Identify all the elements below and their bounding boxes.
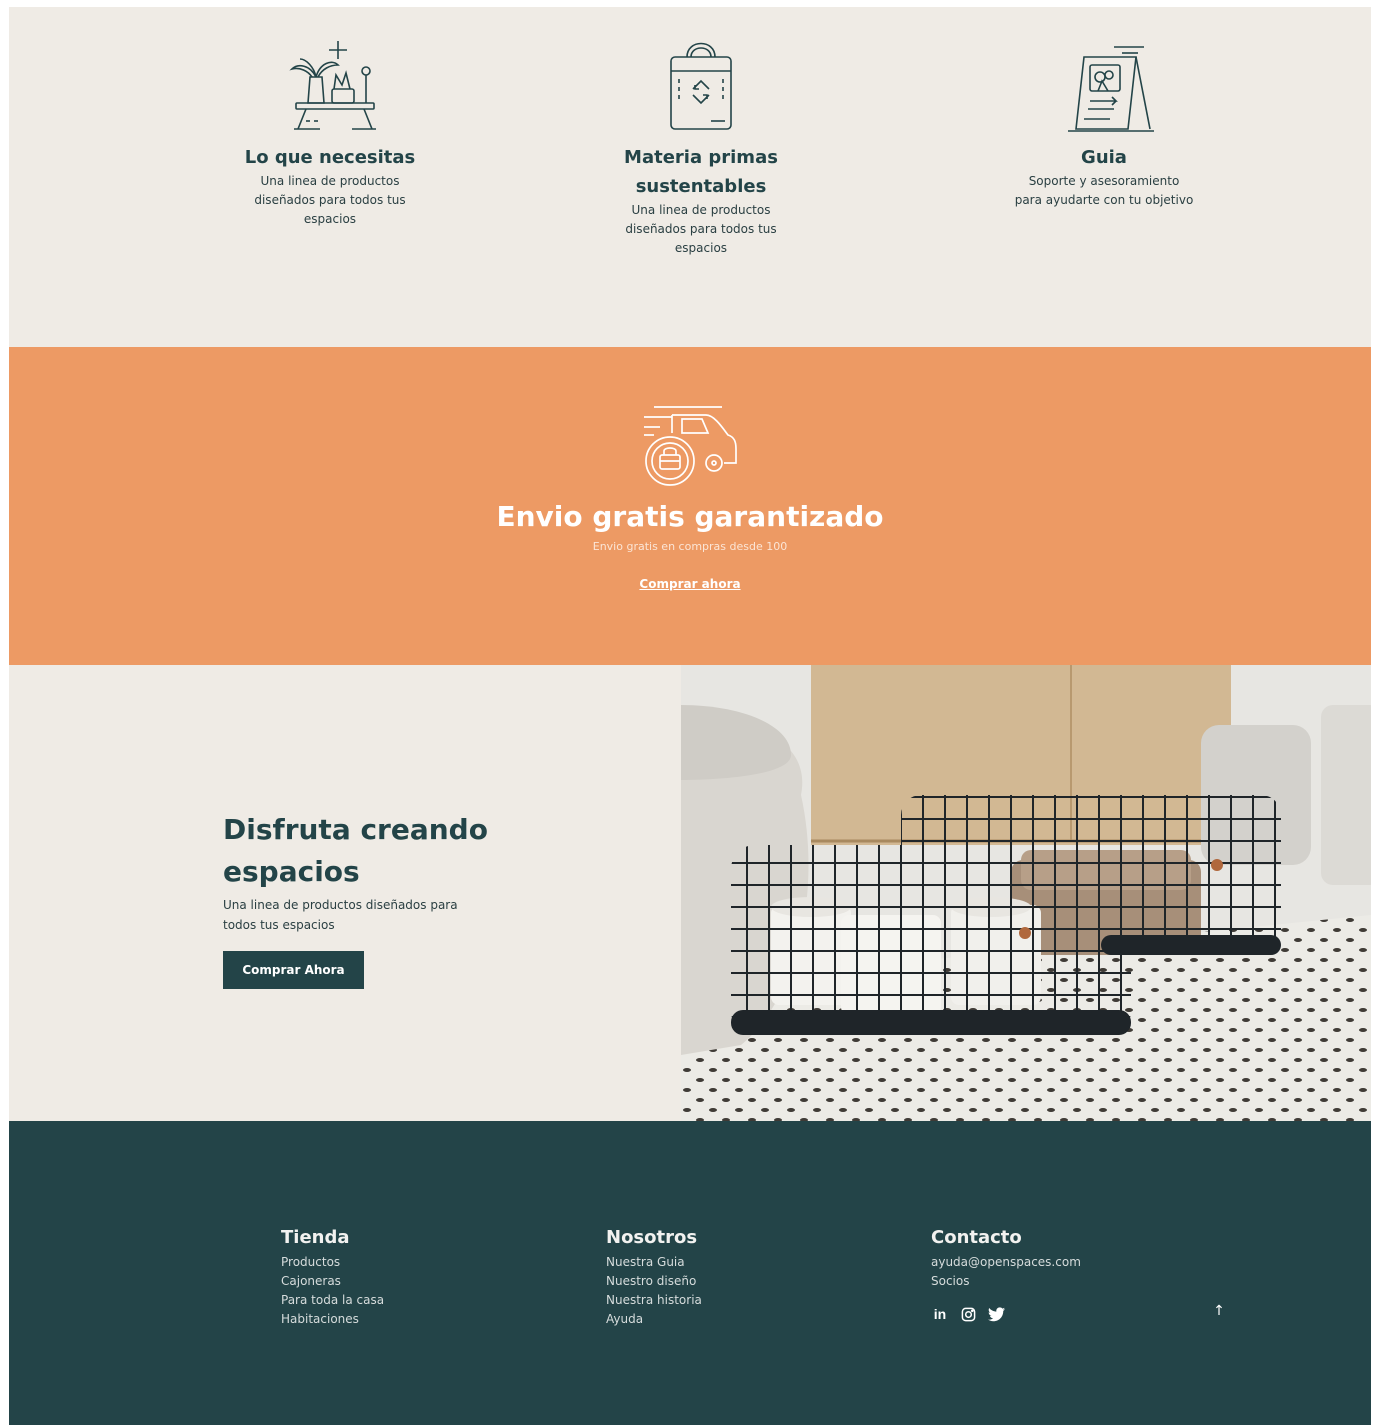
promo-section: Disfruta creando espacios Una linea de p… [9, 665, 1371, 1121]
footer-link-ayuda[interactable]: Ayuda [606, 1310, 846, 1329]
footer-column-contacto: Contacto ayuda@openspaces.com Socios [931, 1227, 1171, 1291]
social-links: in [931, 1305, 1005, 1323]
guide-board-icon [1068, 46, 1154, 132]
footer-link-nuestra-guia[interactable]: Nuestra Guia [606, 1253, 846, 1272]
delivery-van-icon [644, 406, 737, 486]
feature-title: Materia primas sustentables [624, 147, 778, 197]
promo-description: Una linea de productos diseñados para to… [223, 898, 458, 932]
footer-link-habitaciones[interactable]: Habitaciones [281, 1310, 521, 1329]
feature-description: Una linea de productos diseñados para to… [254, 174, 406, 226]
footer-link-nuestra-historia[interactable]: Nuestra historia [606, 1291, 846, 1310]
shop-now-button[interactable]: Comprar Ahora [223, 951, 364, 989]
footer: Tienda Productos Cajoneras Para toda la … [9, 1121, 1371, 1425]
linkedin-icon[interactable]: in [931, 1305, 949, 1323]
footer-link-cajoneras[interactable]: Cajoneras [281, 1272, 521, 1291]
footer-column-title: Nosotros [606, 1227, 698, 1248]
recycle-bag-icon [670, 42, 732, 130]
footer-link-socios[interactable]: Socios [931, 1272, 1171, 1291]
instagram-icon[interactable] [959, 1305, 977, 1323]
footer-link-para-toda-la-casa[interactable]: Para toda la casa [281, 1291, 521, 1310]
footer-column-nosotros: Nosotros Nuestra Guia Nuestro diseño Nue… [606, 1227, 846, 1329]
promo-text: Disfruta creando espacios Una linea de p… [223, 809, 493, 989]
footer-link-nuestro-diseno[interactable]: Nuestro diseño [606, 1272, 846, 1291]
feature-title: Lo que necesitas [244, 147, 416, 168]
footer-column-title: Tienda [281, 1227, 350, 1248]
feature-description: Soporte y asesoramiento para ayudarte co… [1014, 174, 1194, 207]
page: Lo que necesitas Una linea de productos … [9, 7, 1371, 1425]
footer-column-title: Contacto [931, 1227, 1022, 1248]
feature-needs: Lo que necesitas Una linea de productos … [230, 37, 430, 229]
banner-title: Envio gratis garantizado [496, 500, 884, 533]
footer-link-email[interactable]: ayuda@openspaces.com [931, 1253, 1171, 1272]
shop-now-link[interactable]: Comprar ahora [639, 577, 740, 591]
feature-materials: Materia primas sustentables Una linea de… [601, 37, 801, 258]
features-section: Lo que necesitas Una linea de productos … [9, 7, 1371, 347]
banner-subtitle: Envio gratis en compras desde 100 [592, 540, 788, 553]
shipping-banner: Envio gratis garantizado Envio gratis en… [9, 347, 1371, 665]
plant-shelf-icon [289, 41, 376, 130]
promo-title: Disfruta creando espacios [223, 813, 488, 888]
footer-column-tienda: Tienda Productos Cajoneras Para toda la … [281, 1227, 521, 1329]
bathroom-wire-baskets-photo [681, 665, 1371, 1121]
feature-title: Guia [1081, 147, 1127, 168]
feature-description: Una linea de productos diseñados para to… [625, 203, 777, 255]
feature-guide: Guia Soporte y asesoramiento para ayudar… [1004, 37, 1204, 210]
twitter-icon[interactable] [987, 1305, 1005, 1323]
footer-link-productos[interactable]: Productos [281, 1253, 521, 1272]
back-to-top-button[interactable]: ↑ [1209, 1303, 1229, 1323]
product-image [681, 665, 1371, 1121]
